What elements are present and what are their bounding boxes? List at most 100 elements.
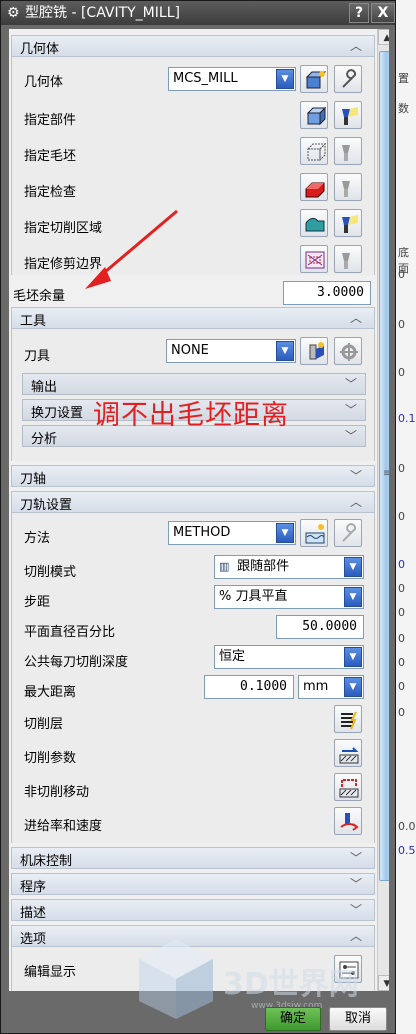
bg-fragment: 0.5 xyxy=(398,844,416,857)
chevron-down-icon: ﹀ xyxy=(345,403,358,417)
stepover-value: % 刀具平直 xyxy=(219,589,288,604)
section-program[interactable]: 程序 ﹀ xyxy=(11,873,375,895)
chevron-down-icon: ﹀ xyxy=(350,851,363,865)
subsection-title: 分析 xyxy=(31,432,58,447)
section-tool[interactable]: 工具 ︿ xyxy=(11,307,375,329)
chevron-up-icon: ︿ xyxy=(350,311,363,325)
feeds-speeds-icon xyxy=(340,813,359,831)
grip-icon: ≡ xyxy=(383,468,389,479)
method-label: 方法 xyxy=(24,531,51,546)
chevron-down-icon: ▼ xyxy=(344,647,362,667)
new-tool-button[interactable] xyxy=(300,337,328,365)
subsection-title: 输出 xyxy=(31,380,58,395)
bg-fragment: 0 xyxy=(398,656,405,669)
bg-fragment: 0 xyxy=(398,632,405,645)
max-distance-unit-select[interactable]: mm ▼ xyxy=(298,675,364,699)
max-distance-unit: mm xyxy=(303,679,329,694)
section-machine-control[interactable]: 机床控制 ﹀ xyxy=(11,847,375,869)
bg-fragment: 0 xyxy=(398,558,405,571)
method-value: METHOD xyxy=(173,525,231,540)
section-title: 刀轴 xyxy=(20,472,47,487)
annotation-text: 调不出毛坯距离 xyxy=(93,400,289,431)
background-app-strip: 置 数 底面 0 0 0 0.1 0 0 0 0 0 0 0 0 0 0.0 0… xyxy=(396,0,416,1034)
bg-fragment: 置 xyxy=(398,72,409,85)
edit-tool-button[interactable] xyxy=(334,337,362,365)
bg-fragment: 0 xyxy=(398,510,405,523)
non-cutting-moves-label: 非切削移动 xyxy=(24,785,90,800)
cut-pattern-select[interactable]: ▥ 跟随部件 ▼ xyxy=(214,555,364,579)
chevron-down-icon: ▼ xyxy=(344,587,362,607)
percent-diameter-label: 平面直径百分比 xyxy=(24,625,116,640)
tool-select[interactable]: NONE ▼ xyxy=(166,339,296,363)
subsection-output[interactable]: 输出 ﹀ xyxy=(22,373,366,395)
edit-method-button[interactable] xyxy=(334,519,362,547)
bg-fragment: 数 xyxy=(398,102,409,115)
section-description[interactable]: 描述 ﹀ xyxy=(11,899,375,921)
feeds-speeds-button[interactable] xyxy=(334,807,362,835)
cut-levels-icon xyxy=(341,711,357,730)
chevron-down-icon: ﹀ xyxy=(350,877,363,891)
stepover-label: 步距 xyxy=(24,595,51,610)
section-path-settings[interactable]: 刀轨设置 ︿ xyxy=(11,491,375,513)
chevron-up-icon: ︿ xyxy=(350,495,363,509)
percent-diameter-input[interactable]: 50.0000 xyxy=(276,615,364,639)
cavity-mill-dialog: ⚙ 型腔铣 - [CAVITY_MILL] ? X 几何体 ︿ 几何体 MCS_… xyxy=(0,0,396,1034)
tool-settings-icon xyxy=(340,343,358,361)
cut-pattern-label: 切削模式 xyxy=(24,565,77,580)
depth-per-cut-select[interactable]: 恒定 ▼ xyxy=(214,645,364,669)
cut-levels-label: 切削层 xyxy=(24,717,64,732)
path-settings-panel: 方法 METHOD ▼ 切削模式 ▥ 跟随部件 ▼ 步距 % 刀具平直 ▼ 平面… xyxy=(11,513,375,843)
section-tool-axis[interactable]: 刀轴 ﹀ xyxy=(11,465,375,487)
depth-per-cut-label: 公共每刀切削深度 xyxy=(24,655,129,670)
max-distance-label: 最大距离 xyxy=(24,685,77,700)
bg-fragment: 0 xyxy=(398,366,405,379)
annotation-arrow xyxy=(85,209,178,289)
tool-label: 刀具 xyxy=(24,349,51,364)
stepover-select[interactable]: % 刀具平直 ▼ xyxy=(214,585,364,609)
section-title: 机床控制 xyxy=(20,854,73,869)
section-title: 描述 xyxy=(20,906,47,921)
watermark-cube-icon xyxy=(139,939,213,1019)
new-tool-icon xyxy=(309,342,324,360)
chevron-down-icon: ▼ xyxy=(344,557,362,577)
bg-fragment: 0 xyxy=(398,318,405,331)
bg-fragment: 0 xyxy=(398,268,405,281)
bg-fragment: 0 xyxy=(398,462,405,475)
non-cutting-moves-icon xyxy=(339,779,359,798)
max-distance-input[interactable]: 0.1000 xyxy=(204,675,294,699)
chevron-down-icon: ﹀ xyxy=(345,377,358,391)
subsection-title: 换刀设置 xyxy=(31,406,84,421)
cut-parameters-label: 切削参数 xyxy=(24,751,77,766)
bg-fragment: 0 xyxy=(398,582,405,595)
chevron-down-icon: ▼ xyxy=(276,523,294,543)
tool-value: NONE xyxy=(171,343,209,358)
cut-pattern-value: 跟随部件 xyxy=(237,559,290,574)
section-title: 选项 xyxy=(20,932,47,947)
bg-fragment: 0.0 xyxy=(398,820,416,833)
ok-button[interactable]: 确定 xyxy=(265,1007,321,1031)
chevron-down-icon: ﹀ xyxy=(350,903,363,917)
bg-fragment: 0.1 xyxy=(398,412,416,425)
chevron-down-icon: ﹀ xyxy=(345,429,358,443)
chevron-down-icon: ▼ xyxy=(276,341,294,361)
chevron-down-icon: ▼ xyxy=(344,677,362,697)
new-method-icon xyxy=(305,524,325,544)
cancel-button[interactable]: 取消 xyxy=(329,1007,387,1031)
cut-levels-button[interactable] xyxy=(334,705,362,733)
bg-fragment: 0 xyxy=(398,706,405,719)
cut-parameters-icon xyxy=(339,747,359,764)
depth-per-cut-value: 恒定 xyxy=(219,649,246,664)
wrench-icon xyxy=(342,523,357,542)
section-title: 程序 xyxy=(20,880,47,895)
cut-parameters-button[interactable] xyxy=(334,739,362,767)
non-cutting-moves-button[interactable] xyxy=(334,773,362,801)
follow-part-icon: ▥ xyxy=(219,560,230,573)
method-select[interactable]: METHOD ▼ xyxy=(168,521,296,545)
new-method-button[interactable] xyxy=(300,519,328,547)
feeds-speeds-label: 进给率和速度 xyxy=(24,819,103,834)
section-title: 工具 xyxy=(20,314,47,329)
section-title: 刀轨设置 xyxy=(20,498,73,513)
bg-fragment: 0 xyxy=(398,680,405,693)
chevron-down-icon: ﹀ xyxy=(350,469,363,483)
watermark-text: 3D世界网 xyxy=(223,967,359,1002)
